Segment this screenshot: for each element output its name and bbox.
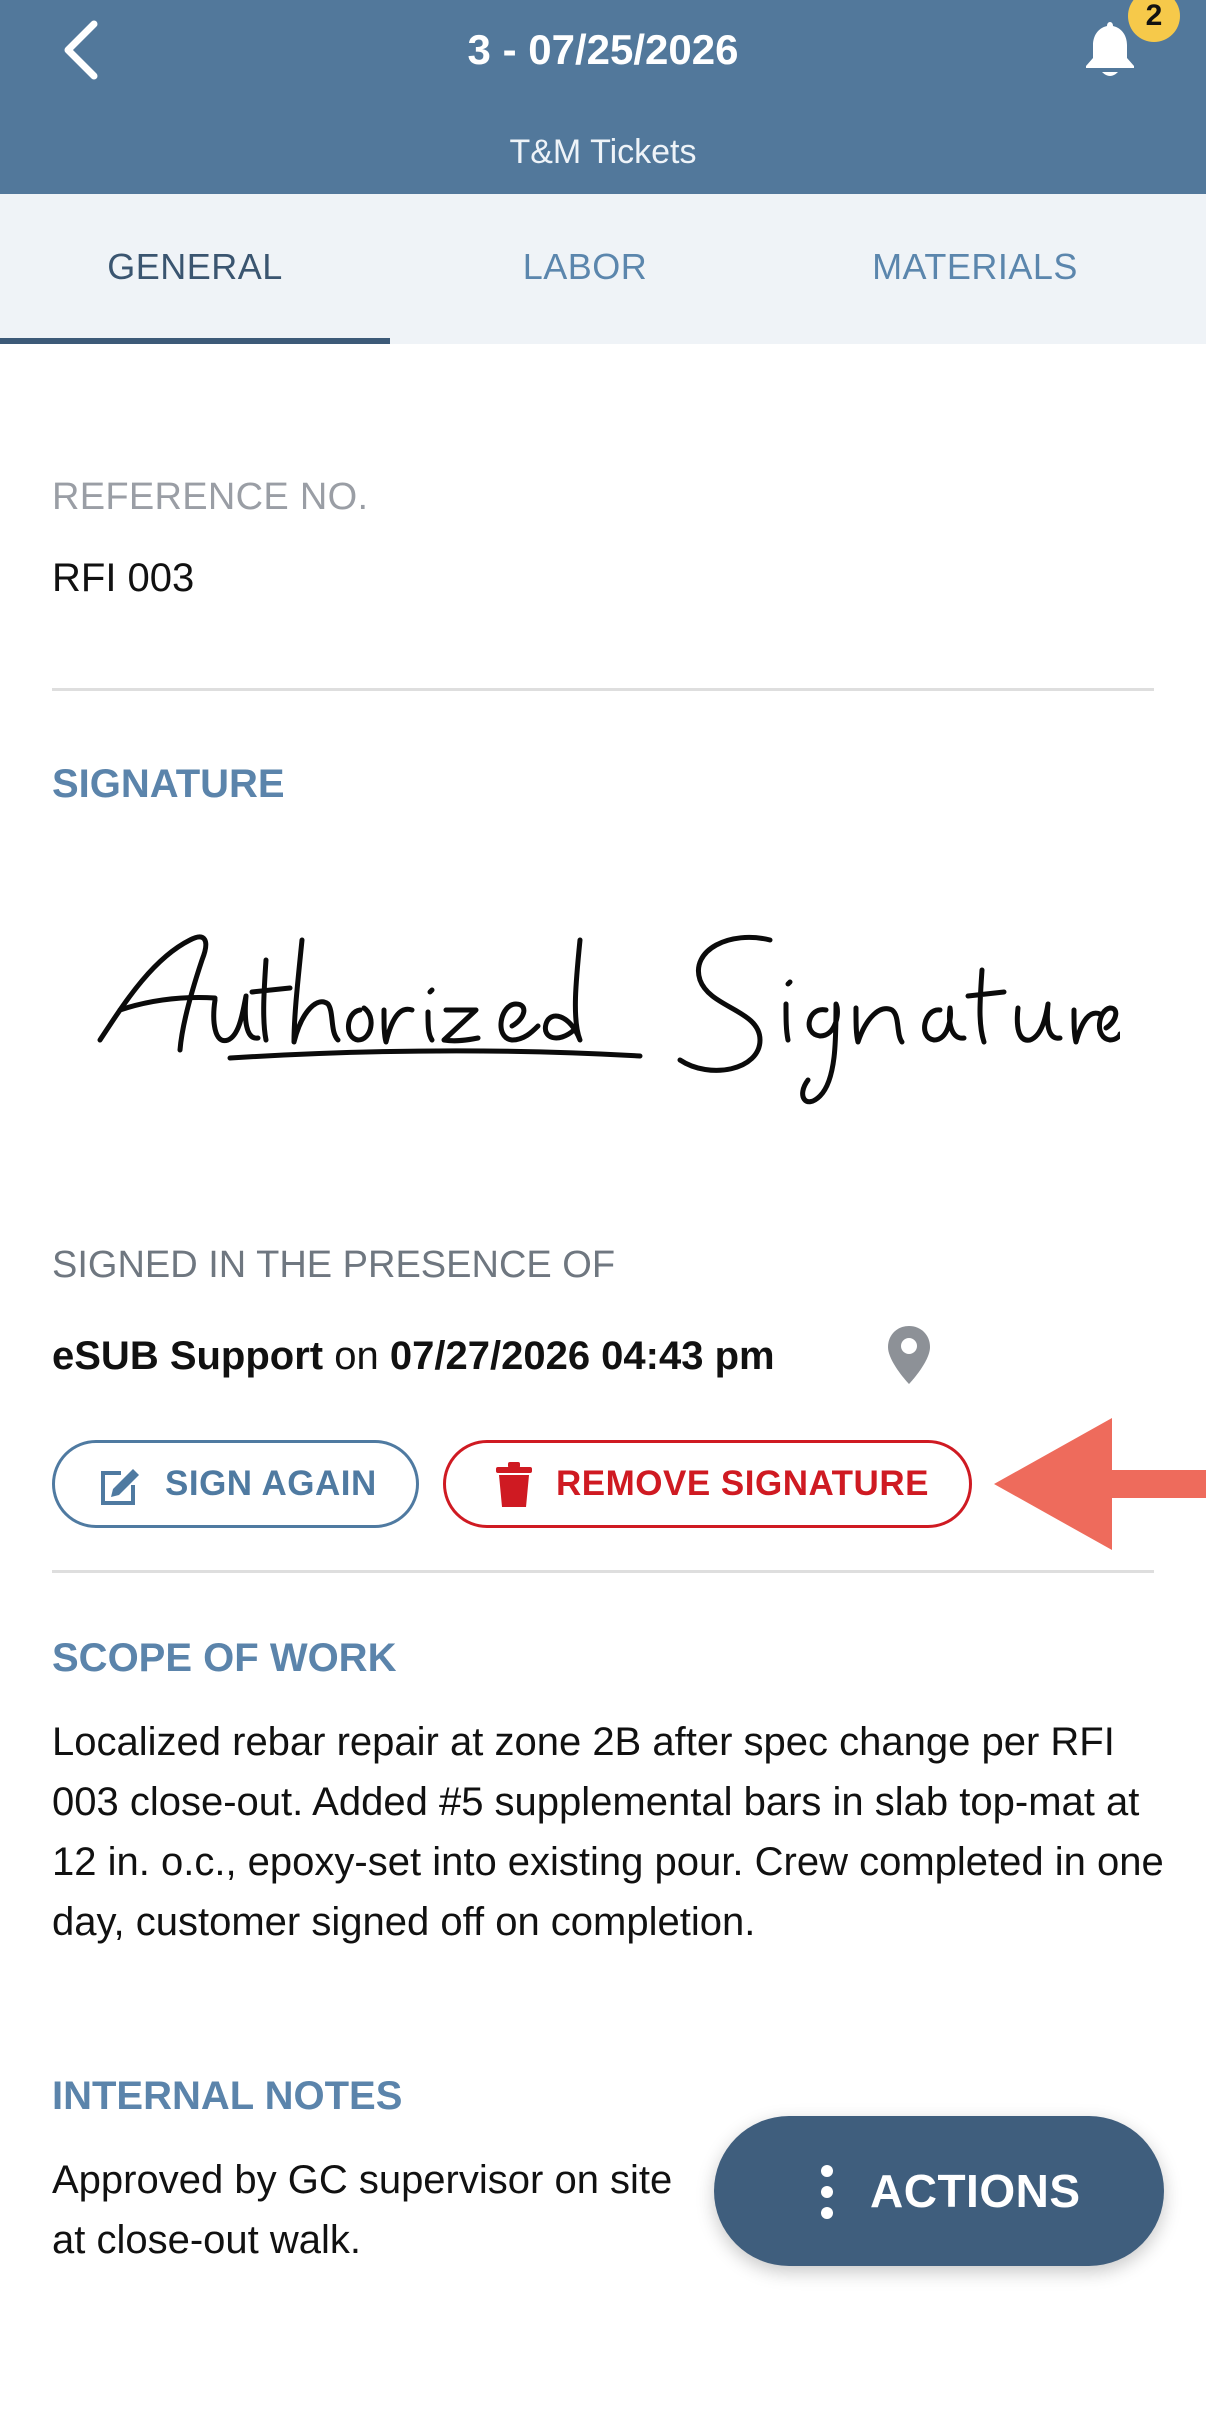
pointer-arrow-icon [994,1418,1206,1550]
trash-icon [496,1462,532,1507]
tab-materials[interactable]: MATERIALS [780,194,1170,344]
page-subtitle: T&M Tickets [509,133,697,171]
tab-general[interactable]: GENERAL [0,194,390,344]
internal-notes-text: Approved by GC supervisor on site at clo… [52,2158,673,2262]
remove-signature-button[interactable]: REMOVE SIGNATURE [443,1440,972,1528]
tab-labor[interactable]: LABOR [390,194,780,344]
reference-label: REFERENCE NO. [52,476,369,518]
signed-datetime: 07/27/2026 04:43 pm [389,1334,775,1378]
signed-by-line: eSUB Support on 07/27/2026 04:43 pm [52,1328,775,1384]
actions-label: ACTIONS [870,2165,1081,2217]
app-header: 3 - 07/25/2026 T&M Tickets 2 [0,0,1206,194]
divider [52,688,1154,691]
edit-pen-icon [101,1469,139,1505]
scope-of-work-text: Localized rebar repair at zone 2B after … [52,1720,1164,1944]
signature-heading: SIGNATURE [52,762,285,806]
more-vertical-icon [821,2165,833,2219]
signer-name: eSUB Support [52,1334,324,1378]
divider [52,1570,1154,1573]
internal-notes-heading: INTERNAL NOTES [52,2074,403,2118]
actions-button[interactable]: ACTIONS [714,2116,1164,2266]
sign-again-button[interactable]: SIGN AGAIN [52,1440,419,1528]
sign-again-label: SIGN AGAIN [165,1464,377,1503]
presence-label: SIGNED IN THE PRESENCE OF [52,1244,616,1286]
scope-of-work-heading: SCOPE OF WORK [52,1636,397,1680]
active-tab-indicator [0,338,390,344]
remove-signature-label: REMOVE SIGNATURE [556,1464,929,1503]
location-pin-icon[interactable] [886,1324,932,1386]
page-title: 3 - 07/25/2026 [467,26,739,73]
signature-image [97,934,1120,1105]
on-text: on [334,1334,379,1378]
reference-value: RFI 003 [52,556,195,600]
tab-bar: GENERAL LABOR MATERIALS [0,194,1206,344]
